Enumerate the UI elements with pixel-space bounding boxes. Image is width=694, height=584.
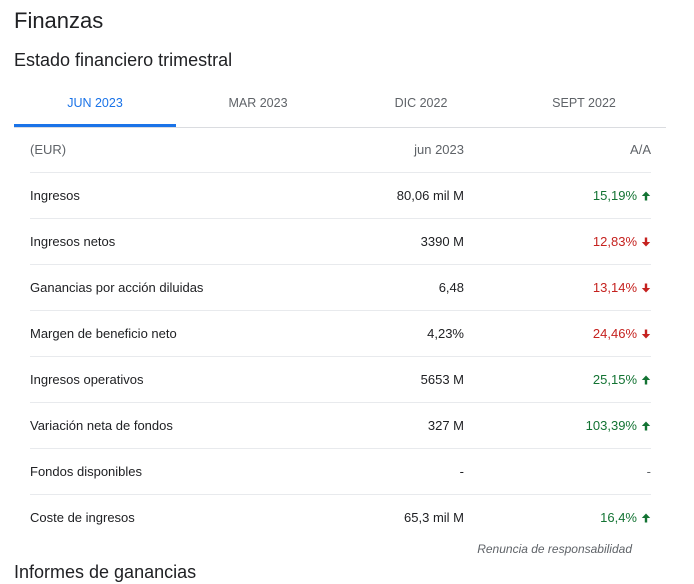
row-change-text: -	[646, 464, 651, 479]
row-label: Ganancias por acción diluidas	[30, 280, 204, 295]
row-change-text: 12,83%	[592, 234, 637, 249]
row-value: 65,3 mil M	[404, 510, 464, 525]
table-header-row: (EUR) jun 2023 A/A	[30, 127, 651, 173]
row-value: 6,48	[438, 280, 464, 295]
table-row: Coste de ingresos 65,3 mil M 16,4%	[30, 495, 651, 540]
tab-sept-2022[interactable]: SEPT 2022	[502, 82, 666, 126]
table-row: Fondos disponibles - -	[30, 449, 651, 495]
page-title: Finanzas	[14, 8, 104, 33]
period-header: jun 2023	[414, 142, 464, 157]
arrow-up-icon	[641, 191, 651, 201]
tab-mar-2023[interactable]: MAR 2023	[176, 82, 340, 126]
disclaimer-link[interactable]: Renuncia de responsabilidad	[477, 542, 632, 556]
row-label: Margen de beneficio neto	[30, 326, 177, 341]
row-label: Fondos disponibles	[30, 464, 143, 479]
row-label: Variación neta de fondos	[30, 418, 173, 433]
arrow-down-icon	[641, 329, 651, 339]
row-change: -	[647, 449, 651, 494]
row-value: 80,06 mil M	[396, 188, 464, 203]
table-row: Ingresos operativos 5653 M 25,15%	[30, 357, 651, 403]
table-row: Margen de beneficio neto 4,23% 24,46%	[30, 311, 651, 357]
row-change-text: 16,4%	[600, 510, 637, 525]
tab-dic-2022[interactable]: DIC 2022	[340, 82, 502, 126]
row-change: 25,15%	[593, 357, 651, 402]
row-label: Ingresos operativos	[30, 372, 144, 387]
arrow-up-icon	[641, 421, 651, 431]
arrow-up-icon	[641, 513, 651, 523]
arrow-down-icon	[641, 283, 651, 293]
row-label: Ingresos netos	[30, 234, 116, 249]
row-change-text: 15,19%	[592, 188, 637, 203]
tab-jun-2023[interactable]: JUN 2023	[14, 82, 176, 126]
table-row: Ingresos 80,06 mil M 15,19%	[30, 173, 651, 219]
row-change: 12,83%	[593, 219, 651, 264]
table-row: Variación neta de fondos 327 M 103,39%	[30, 403, 651, 449]
row-value: 5653 M	[420, 372, 464, 387]
row-change: 24,46%	[593, 311, 651, 356]
row-label: Coste de ingresos	[30, 510, 135, 525]
row-change: 15,19%	[593, 173, 651, 218]
period-tabs: JUN 2023 MAR 2023 DIC 2022 SEPT 2022	[14, 82, 666, 128]
financial-table: (EUR) jun 2023 A/A Ingresos 80,06 mil M 15…	[30, 127, 651, 540]
row-change-text: 25,15%	[592, 372, 637, 387]
row-value: -	[459, 464, 464, 479]
row-change-text: 103,39%	[585, 418, 637, 433]
row-change-text: 24,46%	[592, 326, 637, 341]
table-row: Ingresos netos 3390 M 12,83%	[30, 219, 651, 265]
row-value: 4,23%	[427, 326, 464, 341]
table-row: Ganancias por acción diluidas 6,48 13,14%	[30, 265, 651, 311]
row-value: 327 M	[427, 418, 464, 433]
currency-header: (EUR)	[30, 142, 67, 157]
row-label: Ingresos	[30, 188, 80, 203]
section-title: Estado financiero trimestral	[14, 50, 233, 70]
row-change: 13,14%	[593, 265, 651, 310]
arrow-down-icon	[641, 237, 651, 247]
row-value: 3390 M	[420, 234, 464, 249]
row-change: 16,4%	[600, 495, 651, 540]
row-change: 103,39%	[586, 403, 651, 448]
row-change-text: 13,14%	[592, 280, 637, 295]
earnings-reports-heading: Informes de ganancias	[14, 562, 197, 582]
arrow-up-icon	[641, 375, 651, 385]
change-header: A/A	[630, 142, 651, 157]
